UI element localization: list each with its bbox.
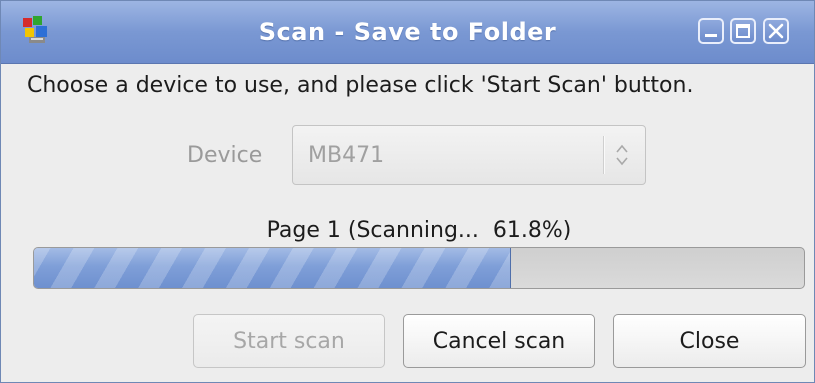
progress-status-text: Page 1 (Scanning... 61.8%) [266, 218, 572, 243]
device-selected-value: MB471 [308, 143, 385, 168]
start-scan-button[interactable]: Start scan [193, 314, 385, 368]
progress-fill [34, 248, 511, 288]
window-title: Scan - Save to Folder [258, 18, 557, 46]
up-down-chevron-icon [614, 141, 630, 173]
scan-dialog-window: Scan - Save to Folder Choose a device to… [0, 0, 815, 383]
select-divider [603, 136, 605, 174]
close-button[interactable]: Close [613, 314, 806, 368]
minimize-icon[interactable] [698, 18, 724, 44]
close-icon[interactable] [763, 18, 789, 44]
instruction-text: Choose a device to use, and please click… [27, 73, 694, 98]
title-bar[interactable]: Scan - Save to Folder [1, 1, 814, 64]
cancel-scan-button[interactable]: Cancel scan [403, 314, 595, 368]
scan-progress-bar [33, 247, 805, 289]
device-select[interactable]: MB471 [292, 125, 646, 185]
device-label: Device [187, 143, 263, 168]
maximize-icon[interactable] [730, 18, 756, 44]
